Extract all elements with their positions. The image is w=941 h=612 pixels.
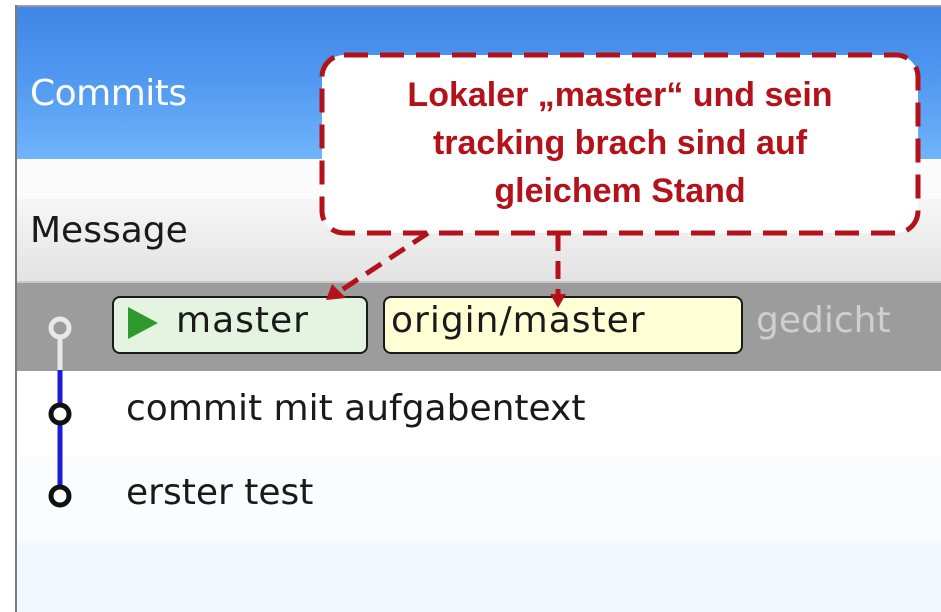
callout-line-2: tracking brach sind auf	[433, 124, 808, 162]
callout-arrow-master	[332, 230, 430, 298]
arrow-head-icon	[550, 294, 566, 308]
callout-annotation: Lokaler „master“ und sein tracking brach…	[319, 52, 921, 308]
commits-panel: Commits Message master origin/master ged…	[0, 0, 941, 612]
callout-line-3: gleichem Stand	[494, 172, 745, 210]
callout-line-1: Lokaler „master“ und sein	[407, 76, 832, 114]
